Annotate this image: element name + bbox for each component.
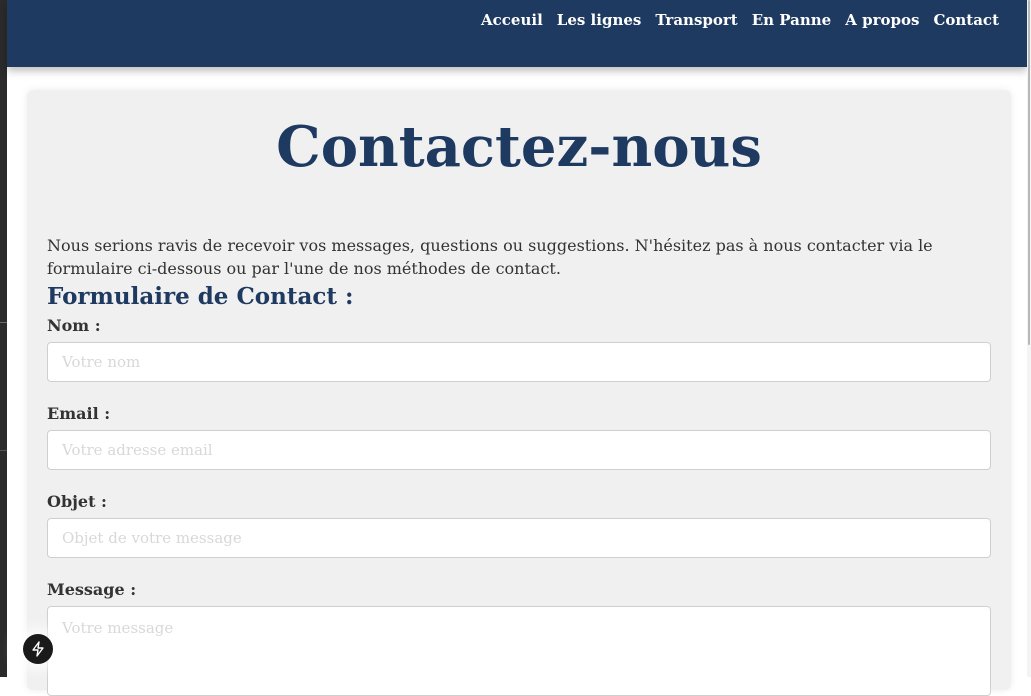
- nav-link-contact[interactable]: Contact: [933, 11, 999, 29]
- form-heading: Formulaire de Contact :: [47, 283, 354, 310]
- message-label: Message :: [47, 580, 137, 599]
- nav-link-les-lignes[interactable]: Les lignes: [557, 11, 642, 29]
- nav-link-a-propos[interactable]: A propos: [845, 11, 919, 29]
- intro-text: Nous serions ravis de recevoir vos messa…: [47, 236, 933, 278]
- scrollbar-thumb[interactable]: [1028, 0, 1030, 345]
- email-label: Email :: [47, 404, 111, 423]
- page-title: Contactez-nous: [276, 114, 762, 180]
- name-label: Nom :: [47, 316, 101, 335]
- left-window-edge: [0, 0, 7, 677]
- edge-divider: [0, 450, 7, 451]
- nav-link-en-panne[interactable]: En Panne: [752, 11, 832, 29]
- subject-label: Objet :: [47, 492, 107, 511]
- devtools-badge[interactable]: [23, 634, 53, 664]
- top-navbar: Acceuil Les lignes Transport En Panne A …: [7, 0, 1027, 67]
- lightning-bolt-icon: [32, 641, 44, 657]
- nav-links: Acceuil Les lignes Transport En Panne A …: [481, 11, 999, 29]
- email-input[interactable]: [47, 430, 991, 470]
- name-input[interactable]: [47, 342, 991, 382]
- page-scrollbar[interactable]: [1027, 0, 1031, 677]
- contact-card: Contactez-nous Nous serions ravis de rec…: [27, 90, 1011, 696]
- edge-divider: [0, 322, 7, 323]
- message-textarea[interactable]: [47, 606, 991, 696]
- subject-input[interactable]: [47, 518, 991, 558]
- nav-link-acceuil[interactable]: Acceuil: [481, 11, 543, 29]
- nav-link-transport[interactable]: Transport: [655, 11, 737, 29]
